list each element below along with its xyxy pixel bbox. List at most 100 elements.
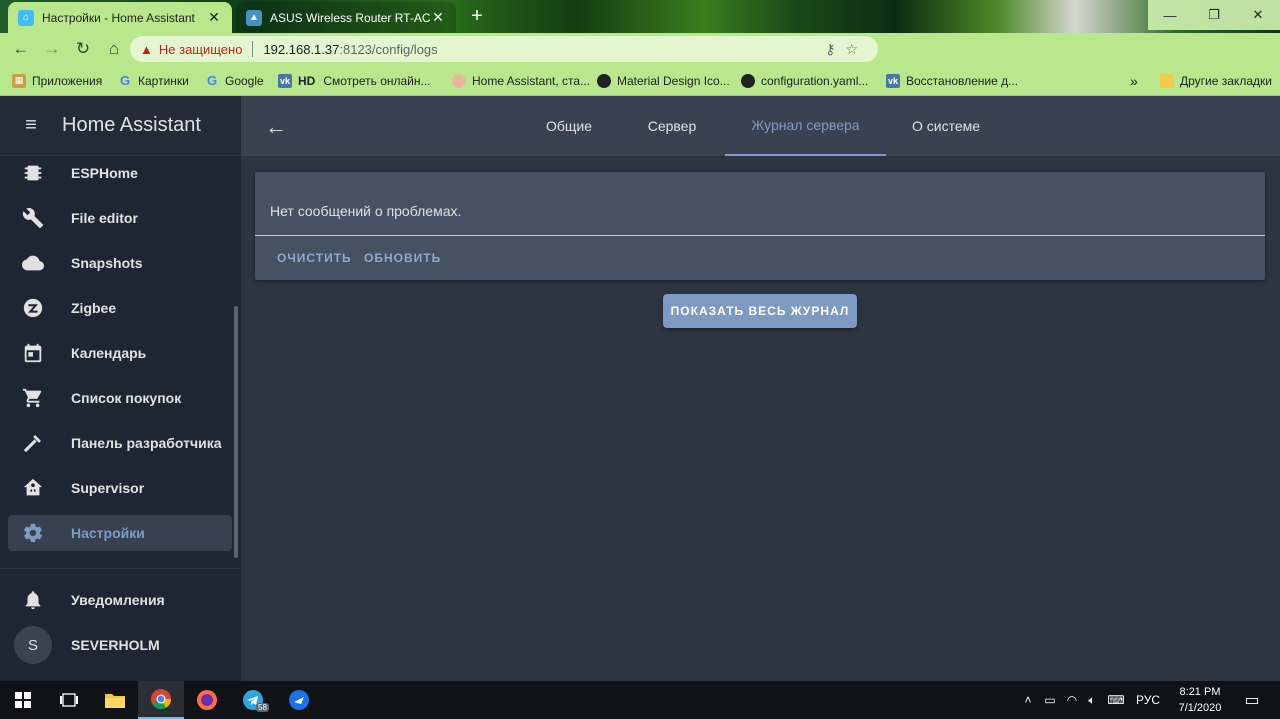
- browser-toolbar: ← → ↻ ⌂ ▲ Не защищено 192.168.1.37 :8123…: [0, 33, 1280, 92]
- chrome-taskbar-icon[interactable]: [138, 681, 184, 719]
- task-view-icon[interactable]: [46, 681, 92, 719]
- bookmark-configuration-yaml[interactable]: configuration.yaml...: [741, 65, 868, 96]
- sidebar-item-esphome[interactable]: ESPHome: [8, 155, 232, 191]
- back-arrow-icon[interactable]: ←: [265, 114, 287, 140]
- firefox-icon[interactable]: [184, 681, 230, 719]
- tray-chevron-up-icon[interactable]: ˄: [1018, 693, 1038, 707]
- keyboard-icon[interactable]: ⌨︎: [1102, 693, 1130, 707]
- bookmark-label: configuration.yaml...: [761, 73, 869, 88]
- bookmark-home-assistant[interactable]: Home Assistant, ста...: [452, 65, 590, 96]
- home-assistant-icon: [10, 477, 56, 499]
- key-and-star-icons[interactable]: ⚷☆: [825, 41, 868, 58]
- clear-button[interactable]: ОЧИСТИТЬ: [277, 251, 352, 265]
- bookmark-material-design[interactable]: Material Design Ico...: [597, 65, 730, 96]
- bookmark-watch-online[interactable]: vk HD Смотреть онлайн...: [278, 65, 431, 96]
- sidebar-item-snapshots[interactable]: Snapshots: [8, 245, 232, 281]
- sidebar-item-file-editor[interactable]: File editor: [8, 200, 232, 236]
- cloud-icon: [10, 252, 56, 274]
- tab-label: О системе: [911, 118, 981, 134]
- sidebar-item-label: File editor: [71, 210, 138, 226]
- browser-tab-asus-router[interactable]: ▲ ASUS Wireless Router RT-AC87U ✕: [236, 2, 456, 33]
- avatar: S: [14, 626, 52, 664]
- windows-start-icon[interactable]: [0, 681, 46, 719]
- sidebar-item-label: SEVERHOLM: [71, 637, 160, 653]
- card-divider: [255, 235, 1265, 236]
- url-path: :8123/config/logs: [339, 41, 438, 57]
- clock-time: 8:21 PM: [1179, 686, 1221, 698]
- address-bar[interactable]: ▲ Не защищено 192.168.1.37 :8123/config/…: [130, 36, 878, 62]
- bookmark-label: Другие закладки: [1180, 73, 1272, 88]
- sidebar-title: Home Assistant: [62, 114, 201, 136]
- gear-icon: [10, 522, 56, 544]
- sidebar-item-user[interactable]: S SEVERHOLM: [8, 626, 232, 664]
- cart-icon: [10, 387, 56, 409]
- tab-server-log[interactable]: Журнал сервера: [725, 96, 886, 156]
- forward-arrow-icon[interactable]: →: [37, 34, 67, 64]
- close-tab-icon[interactable]: ✕: [206, 9, 222, 26]
- ha-sidebar: ≡ Home Assistant ESPHome File editor Sna…: [0, 96, 241, 681]
- bookmarks-overflow-button[interactable]: »: [1130, 65, 1138, 96]
- sidebar-item-label: Zigbee: [71, 300, 117, 316]
- sidebar-item-label: Календарь: [71, 345, 147, 361]
- taskbar-clock[interactable]: 8:21 PM 7/1/2020: [1170, 684, 1230, 716]
- sidebar-item-supervisor[interactable]: Supervisor: [8, 470, 232, 506]
- sidebar-item-developer-tools[interactable]: Панель разработчика: [8, 425, 232, 461]
- bookmark-label: Смотреть онлайн...: [323, 73, 431, 88]
- sidebar-item-settings[interactable]: Настройки: [8, 515, 232, 551]
- back-arrow-icon[interactable]: ←: [6, 34, 36, 64]
- wrench-icon: [10, 207, 56, 229]
- calendar-icon: [10, 342, 56, 364]
- bookmark-restore[interactable]: vk Восстановление д...: [886, 65, 1018, 96]
- bookmark-other-bookmarks[interactable]: Другие закладки: [1160, 65, 1272, 96]
- main-toolbar: ← Общие Сервер Журнал сервера О системе: [241, 96, 1280, 156]
- sidebar-item-calendar[interactable]: Календарь: [8, 335, 232, 371]
- tab-general[interactable]: Общие: [529, 96, 609, 156]
- vk-icon: vk: [886, 73, 900, 88]
- sidebar-item-notifications[interactable]: Уведомления: [8, 582, 232, 618]
- browser-tab-strip: ⌂ Настройки - Home Assistant ✕ ▲ ASUS Wi…: [0, 0, 1280, 33]
- bookmark-label: Картинки: [138, 73, 189, 88]
- system-log-card: Нет сообщений о проблемах. ОЧИСТИТЬ ОБНО…: [255, 172, 1265, 280]
- close-tab-icon[interactable]: ✕: [430, 9, 446, 26]
- reload-icon[interactable]: ↻: [68, 34, 98, 64]
- menu-collapse-icon[interactable]: ≡: [0, 114, 62, 137]
- home-icon[interactable]: ⌂: [99, 34, 129, 64]
- battery-icon[interactable]: ▭: [1038, 693, 1062, 707]
- tab-label: Общие: [545, 118, 593, 134]
- show-full-log-button[interactable]: ПОКАЗАТЬ ВЕСЬ ЖУРНАЛ: [663, 294, 857, 328]
- file-explorer-icon[interactable]: [92, 681, 138, 719]
- volume-icon[interactable]: 🔈︎: [1082, 693, 1102, 708]
- bookmark-images[interactable]: G Картинки: [118, 65, 189, 96]
- sidebar-item-label: Уведомления: [71, 592, 165, 608]
- tab-about[interactable]: О системе: [899, 96, 993, 156]
- home-assistant-bookmark-icon: [452, 73, 466, 88]
- sidebar-item-zigbee[interactable]: Zigbee: [8, 290, 232, 326]
- security-label[interactable]: Не защищено: [159, 42, 243, 57]
- language-indicator[interactable]: РУС: [1130, 693, 1166, 707]
- warning-icon[interactable]: ▲: [140, 42, 153, 57]
- sidebar-divider: [0, 568, 241, 569]
- home-assistant-favicon-icon: ⌂: [18, 9, 34, 26]
- globe-icon: [741, 73, 755, 88]
- bookmark-google[interactable]: G Google: [205, 65, 264, 96]
- wifi-icon[interactable]: ◠: [1062, 693, 1082, 707]
- globe-icon: [597, 73, 611, 88]
- bookmark-label: Home Assistant, ста...: [472, 73, 591, 88]
- zoom-app-icon[interactable]: [276, 681, 322, 719]
- close-window-button[interactable]: ✕: [1236, 0, 1280, 30]
- sidebar-item-shopping-list[interactable]: Список покупок: [8, 380, 232, 416]
- new-tab-button[interactable]: +: [466, 6, 488, 28]
- maximize-window-button[interactable]: ❐: [1192, 0, 1236, 30]
- url-host: 192.168.1.37: [263, 41, 340, 57]
- no-issues-message: Нет сообщений о проблемах.: [270, 203, 462, 219]
- bookmark-apps[interactable]: ▦ Приложения: [12, 65, 102, 96]
- refresh-button[interactable]: ОБНОВИТЬ: [364, 251, 441, 265]
- browser-tab-home-assistant[interactable]: ⌂ Настройки - Home Assistant ✕: [8, 2, 232, 33]
- minimize-window-button[interactable]: —: [1148, 0, 1192, 30]
- sidebar-scrollbar[interactable]: [234, 306, 238, 558]
- zigbee-icon: [10, 297, 56, 319]
- hammer-icon: [10, 432, 56, 454]
- notification-center-icon[interactable]: ▭: [1240, 681, 1264, 719]
- tab-server[interactable]: Сервер: [627, 96, 717, 156]
- telegram-icon[interactable]: 58: [230, 681, 276, 719]
